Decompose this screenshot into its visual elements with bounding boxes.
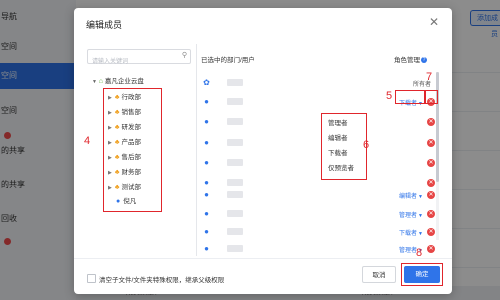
remove-icon[interactable]: ✕ bbox=[427, 228, 435, 236]
member-name-redacted bbox=[227, 159, 243, 166]
remove-icon[interactable]: ✕ bbox=[427, 191, 435, 199]
tree-root[interactable]: ▼ ⌂ 嘉凡企业云盘 bbox=[92, 75, 144, 85]
member-row: ● 管理者▼ ✕ bbox=[197, 241, 439, 258]
caret-right-icon[interactable]: ▶ bbox=[108, 185, 112, 191]
user-icon: ● bbox=[204, 158, 209, 167]
tree-item-dept[interactable]: ▶ ♣ 研发部 bbox=[108, 122, 141, 134]
annotation-4: 4 bbox=[84, 135, 91, 147]
user-icon: ● bbox=[204, 209, 209, 218]
role-select[interactable]: 下载者▼ bbox=[399, 228, 423, 237]
role-select[interactable]: 编辑者▼ bbox=[399, 191, 423, 200]
tree-root-label: 嘉凡企业云盘 bbox=[104, 78, 144, 85]
tree-item-dept[interactable]: ▶ ♣ 行政部 bbox=[108, 92, 141, 104]
org-icon: ♣ bbox=[114, 184, 120, 191]
remove-icon[interactable]: ✕ bbox=[427, 245, 435, 253]
remove-icon[interactable]: ✕ bbox=[427, 118, 435, 126]
help-icon[interactable]: ? bbox=[421, 57, 427, 64]
confirm-button[interactable]: 确定 bbox=[404, 266, 440, 283]
close-icon[interactable]: ✕ bbox=[429, 15, 439, 29]
annotation-8: 8 bbox=[416, 247, 423, 259]
checkbox-label: 清空子文件/文件夹特殊权限，继承父级权限 bbox=[99, 277, 225, 284]
member-row: ● 下载者▼ ✕ bbox=[197, 224, 439, 241]
org-icon: ♣ bbox=[114, 154, 120, 161]
selected-members-panel: 已选中的部门/用户 角色管理? ✿ 所有者 ● 下载者▼ ✕ ● ✕ ● ✕ ●… bbox=[197, 44, 442, 256]
org-icon: ♣ bbox=[114, 124, 120, 131]
remove-icon[interactable]: ✕ bbox=[427, 139, 435, 147]
member-name-redacted bbox=[227, 118, 243, 125]
chevron-down-icon: ▼ bbox=[418, 194, 423, 200]
member-name-redacted bbox=[227, 179, 243, 186]
tree-item-user[interactable]: ● 倪凡 bbox=[116, 196, 136, 208]
caret-right-icon[interactable]: ▶ bbox=[108, 155, 112, 161]
tree-highlight-box: ▶ ♣ 行政部 ▶ ♣ 销售部 ▶ ♣ 研发部 ▶ ♣ 产品部 ▶ ♣ 售后部 ▶ ♣ 财务部 ▶ ♣ 测试… bbox=[103, 88, 162, 212]
role-option[interactable]: 管理者 bbox=[328, 117, 348, 130]
cancel-button[interactable]: 取消 bbox=[362, 266, 396, 283]
annotation-6: 6 bbox=[363, 139, 370, 151]
user-icon: ● bbox=[204, 244, 209, 253]
member-name-redacted bbox=[227, 139, 243, 146]
tree-item-dept[interactable]: ▶ ♣ 产品部 bbox=[108, 137, 141, 149]
home-icon: ⌂ bbox=[98, 78, 103, 85]
member-name-redacted bbox=[227, 245, 243, 252]
highlight-remove bbox=[425, 90, 438, 104]
member-row: ● ✕ bbox=[197, 114, 439, 131]
org-icon: ✿ bbox=[203, 78, 210, 87]
role-option[interactable]: 编辑者 bbox=[328, 132, 348, 145]
user-icon: ● bbox=[204, 117, 209, 126]
search-input[interactable] bbox=[88, 55, 176, 69]
org-icon: ♣ bbox=[114, 109, 120, 116]
member-name-redacted bbox=[227, 191, 243, 198]
search-icon[interactable]: ⚲ bbox=[182, 51, 187, 59]
member-row: ● ✕ bbox=[197, 155, 439, 172]
org-icon: ♣ bbox=[114, 139, 120, 146]
caret-right-icon[interactable]: ▶ bbox=[108, 95, 112, 101]
remove-icon[interactable]: ✕ bbox=[427, 179, 435, 187]
department-tree-panel: ⚲ ▼ ⌂ 嘉凡企业云盘 ▶♣行政部 ▶♣销售部 ▶♣研发部 ▶♣产品部 ▶♣售… bbox=[82, 44, 197, 256]
highlight-role-select bbox=[395, 90, 425, 104]
user-icon: ● bbox=[204, 138, 209, 147]
inherit-permission-checkbox[interactable] bbox=[87, 274, 96, 283]
chevron-down-icon: ▼ bbox=[418, 231, 423, 237]
role-dropdown: 管理者 编辑者 下载者 仅预览者 bbox=[321, 113, 367, 180]
role-select[interactable]: 管理者▼ bbox=[399, 210, 423, 219]
selected-header: 已选中的部门/用户 bbox=[201, 57, 255, 64]
annotation-7: 7 bbox=[426, 71, 433, 83]
member-row: ● 管理者▼ ✕ bbox=[197, 206, 439, 223]
chevron-down-icon: ▼ bbox=[418, 213, 423, 219]
member-name-redacted bbox=[227, 210, 243, 217]
role-header: 角色管理? bbox=[394, 57, 427, 64]
user-icon: ● bbox=[204, 97, 209, 106]
caret-down-icon[interactable]: ▼ bbox=[92, 79, 97, 85]
user-icon: ● bbox=[116, 198, 121, 205]
member-name-redacted bbox=[227, 98, 243, 105]
tree-item-dept[interactable]: ▶ ♣ 财务部 bbox=[108, 167, 141, 179]
org-icon: ♣ bbox=[114, 94, 120, 101]
caret-right-icon[interactable]: ▶ bbox=[108, 125, 112, 131]
remove-icon[interactable]: ✕ bbox=[427, 159, 435, 167]
member-name-redacted bbox=[227, 228, 243, 235]
edit-members-dialog: 编辑成员 ✕ ⚲ ▼ ⌂ 嘉凡企业云盘 ▶♣行政部 ▶♣销售部 ▶♣研发部 ▶♣… bbox=[74, 8, 452, 294]
tree-item-dept[interactable]: ▶ ♣ 测试部 bbox=[108, 182, 141, 194]
caret-right-icon[interactable]: ▶ bbox=[108, 110, 112, 116]
user-icon: ● bbox=[204, 190, 209, 199]
caret-right-icon[interactable]: ▶ bbox=[108, 140, 112, 146]
member-row: ● ✕ bbox=[197, 135, 439, 152]
tree-item-dept[interactable]: ▶ ♣ 销售部 bbox=[108, 107, 141, 119]
scrollbar-thumb[interactable] bbox=[436, 72, 439, 182]
dialog-title: 编辑成员 bbox=[86, 20, 123, 30]
member-row: ● 编辑者▼ ✕ bbox=[197, 187, 439, 204]
role-option[interactable]: 仅预览者 bbox=[328, 162, 354, 175]
caret-right-icon[interactable]: ▶ bbox=[108, 170, 112, 176]
member-name-redacted bbox=[227, 79, 243, 86]
tree-item-dept[interactable]: ▶ ♣ 售后部 bbox=[108, 152, 141, 164]
role-option[interactable]: 下载者 bbox=[328, 147, 348, 160]
remove-icon[interactable]: ✕ bbox=[427, 210, 435, 218]
annotation-5: 5 bbox=[386, 90, 393, 102]
user-icon: ● bbox=[204, 178, 209, 187]
search-box: ⚲ bbox=[87, 49, 191, 69]
user-icon: ● bbox=[204, 227, 209, 236]
org-icon: ♣ bbox=[114, 169, 120, 176]
